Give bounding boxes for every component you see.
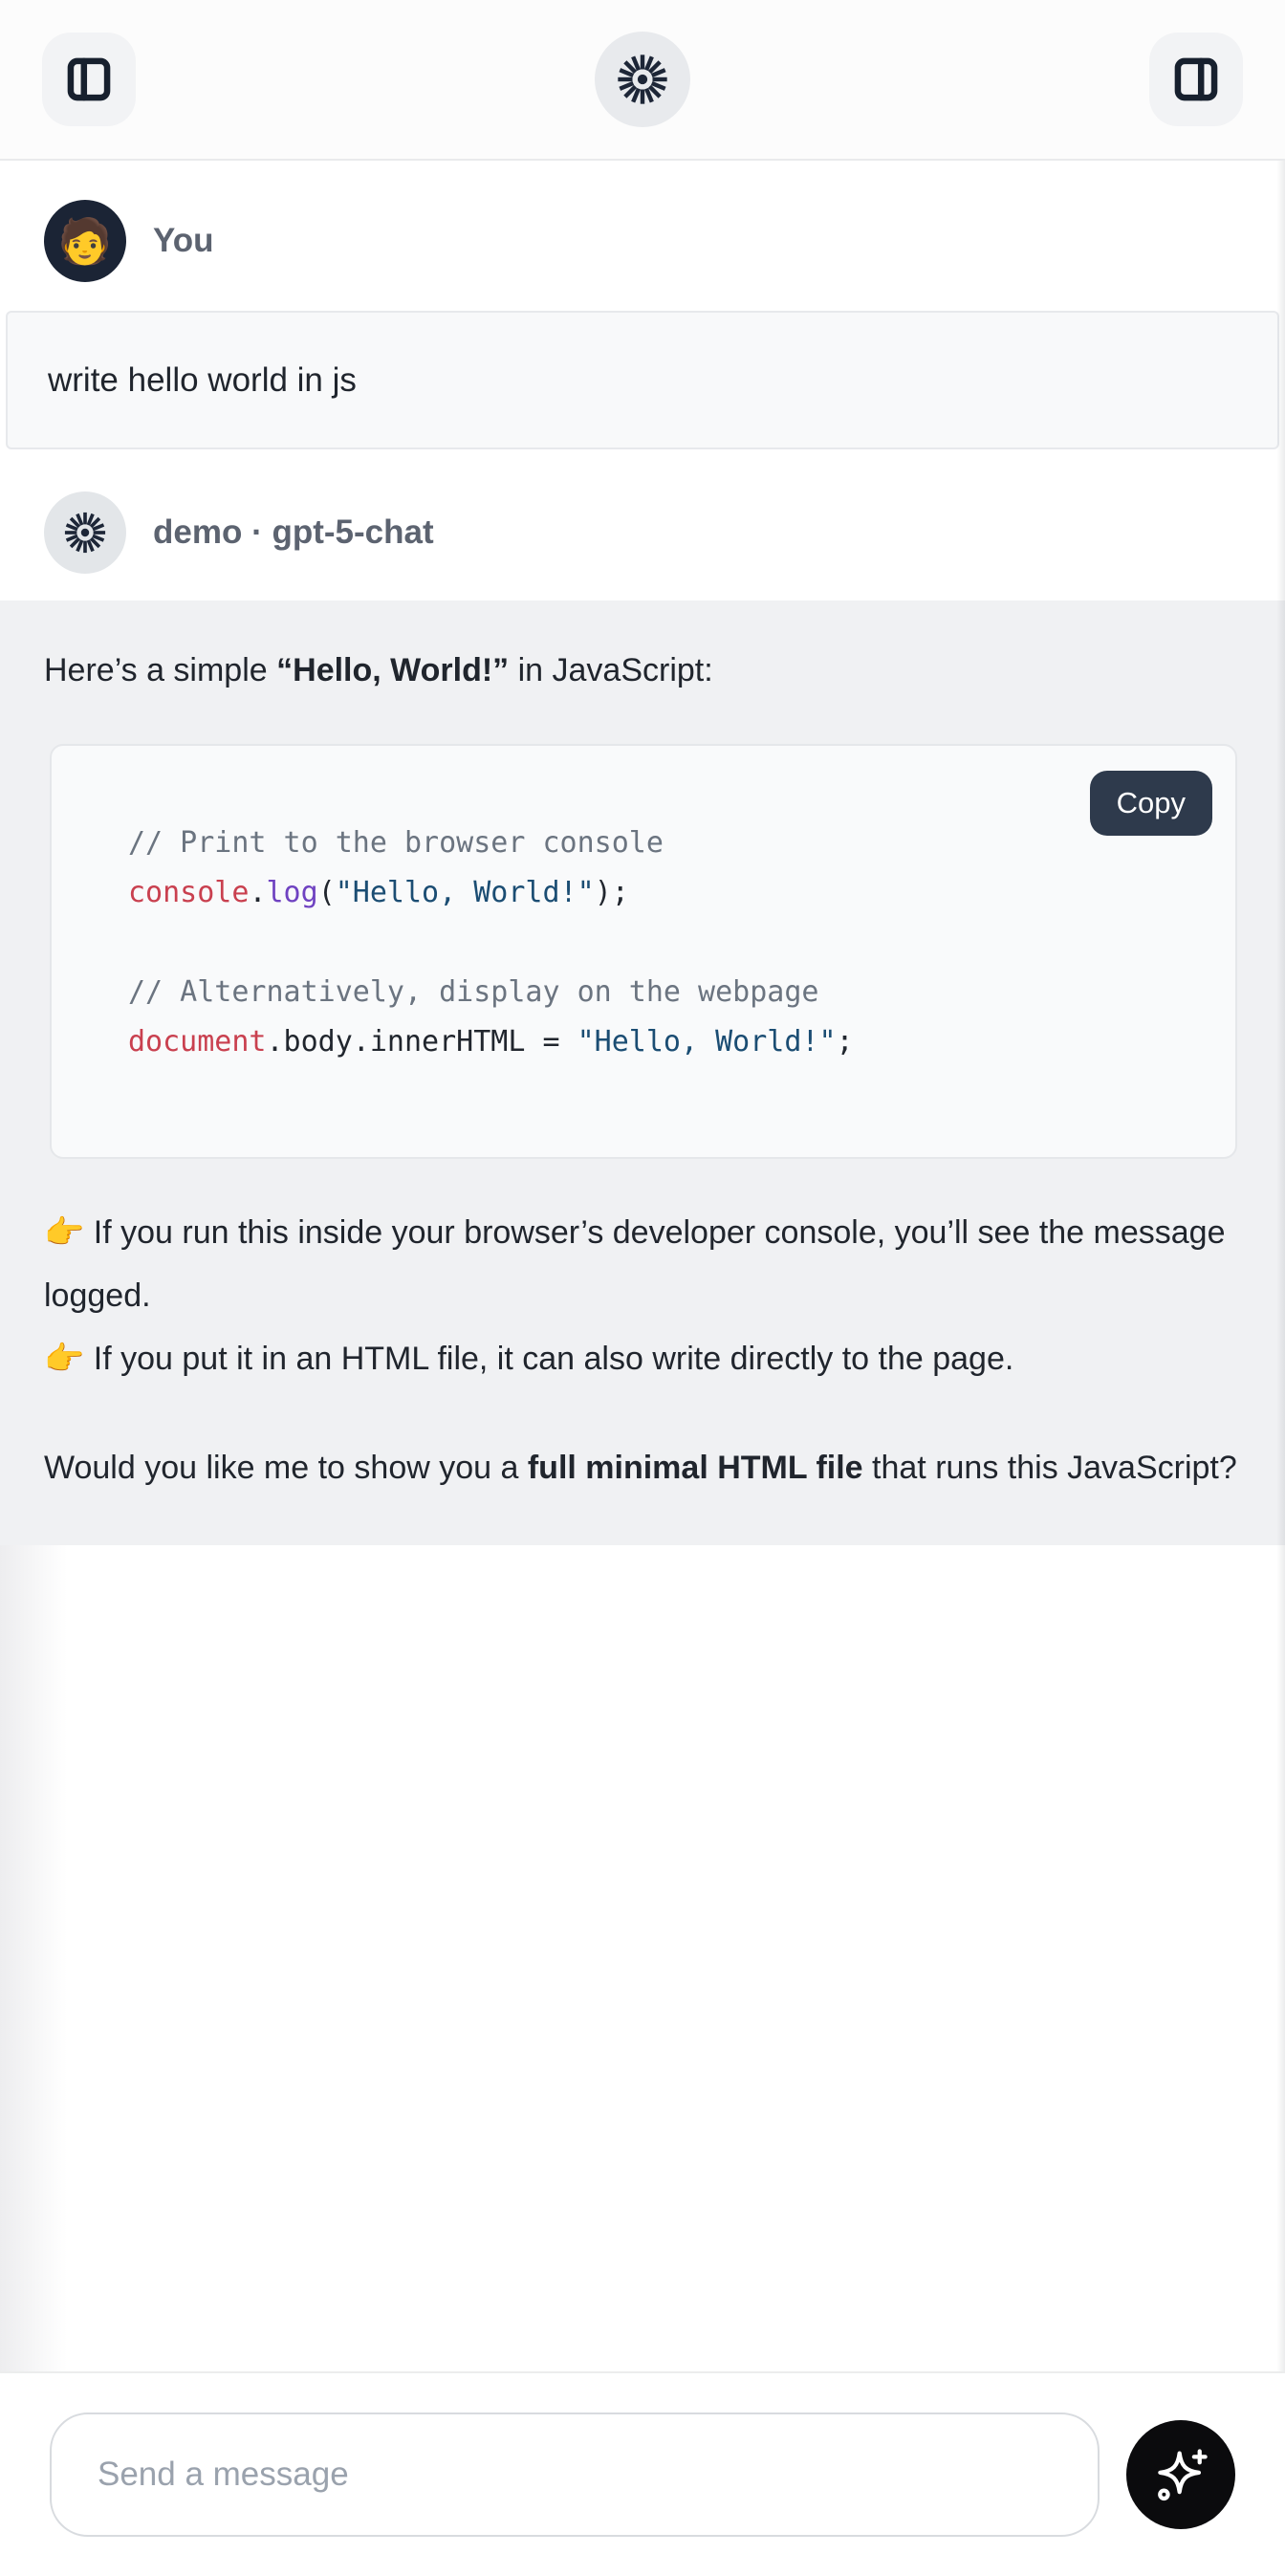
panel-right-icon [1171, 55, 1221, 104]
chat-empty-space [0, 1545, 1285, 2371]
chat-scroll-area: 🧑 You write hello world in js [0, 161, 1285, 2371]
assistant-notes: 👉 If you run this inside your browser’s … [44, 1201, 1241, 1390]
user-turn-name: You [153, 222, 214, 260]
sidebar-toggle-button[interactable] [42, 33, 136, 126]
copy-button[interactable]: Copy [1090, 771, 1212, 836]
intro-prefix: Here’s a simple [44, 652, 276, 688]
sparkles-icon [1150, 2444, 1211, 2505]
intro-suffix: in JavaScript: [509, 652, 713, 688]
code-block: Copy // Print to the browser consolecons… [50, 744, 1237, 1159]
user-avatar: 🧑 [44, 200, 126, 282]
user-message-text: write hello world in js [48, 361, 357, 400]
assistant-intro: Here’s a simple “Hello, World!” in JavaS… [44, 639, 1241, 702]
question-prefix: Would you like me to show you a [44, 1450, 528, 1486]
composer-bar [0, 2371, 1285, 2576]
note-1: 👉 If you run this inside your browser’s … [44, 1214, 1226, 1314]
user-avatar-emoji: 🧑 [57, 219, 112, 263]
assistant-turn-name: demo · gpt-5-chat [153, 513, 434, 552]
intro-bold: “Hello, World!” [276, 652, 509, 688]
assistant-message: Here’s a simple “Hello, World!” in JavaS… [0, 600, 1285, 1545]
note-2: 👉 If you put it in an HTML file, it can … [44, 1341, 1013, 1377]
panel-left-icon [64, 55, 114, 104]
question-bold: full minimal HTML file [528, 1450, 863, 1486]
assistant-question: Would you like me to show you a full min… [44, 1436, 1241, 1499]
starburst-icon [63, 511, 107, 555]
starburst-icon [616, 53, 669, 106]
model-badge-button[interactable] [595, 32, 690, 127]
code-content: // Print to the browser consoleconsole.l… [52, 746, 1235, 1157]
assistant-avatar [44, 491, 126, 574]
assistant-turn-header: demo · gpt-5-chat [0, 449, 1285, 600]
send-button[interactable] [1126, 2420, 1235, 2529]
user-message: write hello world in js [6, 311, 1279, 449]
question-suffix: that runs this JavaScript? [863, 1450, 1237, 1486]
user-turn-header: 🧑 You [0, 161, 1285, 311]
message-input[interactable] [50, 2412, 1100, 2537]
top-bar [0, 0, 1285, 161]
chat-app: 🧑 You write hello world in js [0, 0, 1285, 2576]
right-panel-toggle-button[interactable] [1149, 33, 1243, 126]
